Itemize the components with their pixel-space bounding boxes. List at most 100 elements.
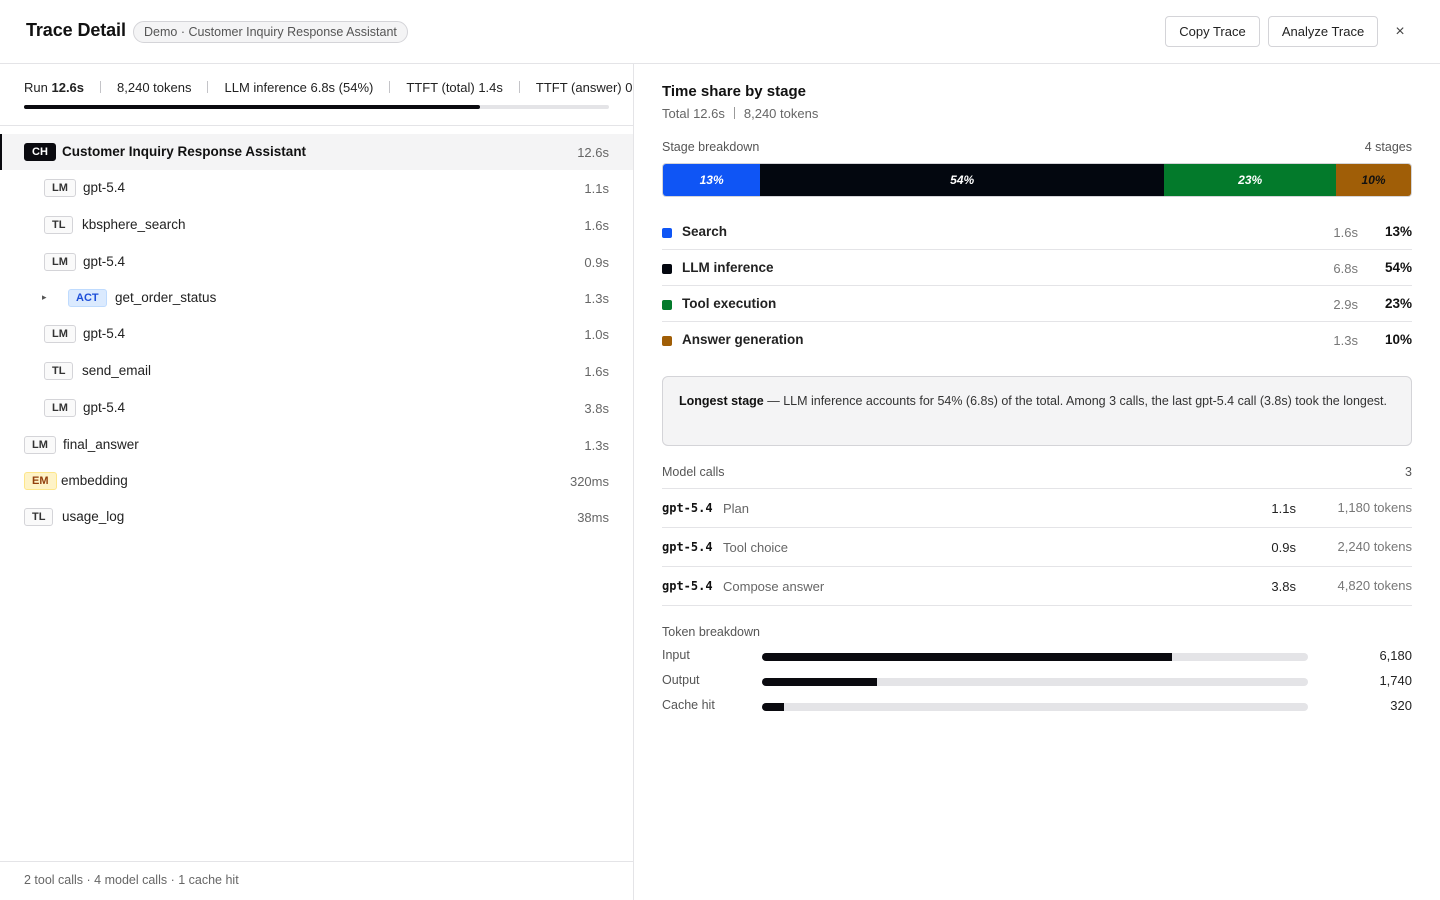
trace-row[interactable]: LM gpt-5.4 1.1s	[0, 170, 633, 206]
token-label: Input	[662, 648, 690, 662]
span-duration: 1.3s	[584, 438, 609, 453]
stage-segment-tool-execution: 23%	[1164, 164, 1337, 196]
run-progress-fill	[24, 105, 481, 109]
span-name: gpt-5.4	[83, 180, 126, 195]
demo-badge: Demo · Customer Inquiry Response Assista…	[133, 21, 408, 43]
span-name: get_order_status	[115, 290, 217, 305]
token-bar-track	[762, 703, 1308, 711]
span-type-badge: LM	[24, 436, 56, 454]
span-name: send_email	[82, 363, 152, 378]
trace-row[interactable]: LM gpt-5.4 1.0s	[0, 316, 633, 352]
token-bar-track	[762, 653, 1308, 661]
stage-name: Answer generation	[682, 332, 804, 347]
model-call-row[interactable]: gpt-5.4 Compose answer 3.8s 4,820 tokens	[662, 567, 1412, 606]
stage-analysis-panel: Time share by stage Total 12.6s 8,240 tok…	[634, 64, 1440, 900]
span-name: gpt-5.4	[83, 254, 126, 269]
run-stats: Run 12.6s 8,240 tokens LLM inference 6.8s …	[24, 80, 633, 100]
longest-stage-callout: Longest stage — LLM inference accounts f…	[662, 376, 1412, 446]
stage-time: 2.9s	[1333, 297, 1358, 312]
stage-percent: 10%	[1384, 332, 1412, 347]
copy-trace-button[interactable]: Copy Trace	[1165, 16, 1260, 47]
trace-row[interactable]: TL usage_log 38ms	[0, 499, 633, 535]
span-duration: 12.6s	[577, 145, 609, 160]
stage-stacked-bar: 13% 54% 23% 10%	[662, 163, 1412, 197]
stage-segment-search: 13%	[663, 164, 761, 196]
trace-summary: 2 tool calls · 4 model calls · 1 cache h…	[24, 873, 239, 887]
span-type-badge: CH	[24, 143, 56, 161]
stat-divider	[389, 81, 391, 93]
span-type-badge: LM	[44, 179, 76, 197]
token-row: Cache hit 320	[662, 698, 1412, 716]
stage-percent: 13%	[1384, 224, 1412, 239]
legend-swatch	[662, 336, 672, 346]
token-breakdown-header: Token breakdown	[662, 625, 1412, 639]
model-calls-list: gpt-5.4 Plan 1.1s 1,180 tokens gpt-5.4 Tool c…	[662, 488, 1412, 606]
token-value: 6,180	[1379, 648, 1412, 663]
token-breakdown-label: Token breakdown	[662, 625, 760, 639]
close-icon[interactable]: ×	[1392, 22, 1408, 42]
span-name: kbsphere_search	[82, 217, 186, 232]
stage-percent: 23%	[1384, 296, 1412, 311]
trace-row[interactable]: TL send_email 1.6s	[0, 353, 633, 389]
call-purpose: Compose answer	[723, 579, 825, 594]
stage-time: 1.6s	[1333, 225, 1358, 240]
span-type-badge: ACT	[68, 289, 107, 307]
span-duration: 1.6s	[584, 364, 609, 379]
stat-divider	[518, 81, 520, 93]
model-name: gpt-5.4	[662, 501, 713, 515]
model-call-row[interactable]: gpt-5.4 Tool choice 0.9s 2,240 tokens	[662, 528, 1412, 567]
run-duration: Run 12.6s	[24, 80, 84, 95]
token-value: 1,740	[1379, 673, 1412, 688]
run-llm-inference: LLM inference 6.8s (54%)	[224, 80, 374, 95]
model-call-row[interactable]: gpt-5.4 Plan 1.1s 1,180 tokens	[662, 489, 1412, 528]
span-duration: 1.1s	[584, 181, 609, 196]
stage-segment-llm-inference: 54%	[760, 164, 1165, 196]
span-type-badge: TL	[44, 362, 74, 380]
span-name: final_answer	[63, 437, 139, 452]
span-type-badge: TL	[24, 508, 54, 526]
expand-caret-icon[interactable]: ▸	[42, 292, 47, 303]
total-time: Total 12.6s	[662, 106, 725, 121]
run-tokens: 8,240 tokens	[117, 80, 192, 95]
callout-title: Longest stage	[679, 394, 764, 408]
token-bar-track	[762, 678, 1308, 686]
call-purpose: Plan	[723, 501, 750, 516]
model-calls-header: Model calls 3	[662, 465, 1412, 479]
span-duration: 1.0s	[584, 327, 609, 342]
trace-row[interactable]: EM embedding 320ms	[0, 463, 633, 499]
span-duration: 320ms	[569, 474, 609, 489]
stat-divider	[100, 81, 102, 93]
run-ttft-total: TTFT (total) 1.4s	[406, 80, 503, 95]
callout-text: — LLM inference accounts for 54% (6.8s) …	[763, 394, 1387, 408]
token-label: Cache hit	[662, 698, 715, 712]
trace-row-root[interactable]: CH Customer Inquiry Response Assistant 12.…	[0, 134, 633, 170]
stage-breakdown-header: Stage breakdown 4 stages	[662, 140, 1412, 154]
span-duration: 0.9s	[584, 255, 609, 270]
stage-count: 4 stages	[1364, 140, 1412, 154]
legend-swatch	[662, 300, 672, 310]
token-value: 320	[1390, 698, 1412, 713]
stage-name: LLM inference	[682, 260, 774, 275]
run-value: 12.6s	[51, 80, 85, 95]
span-name: usage_log	[62, 509, 125, 524]
panel-subtitle: Total 12.6s 8,240 tokens	[662, 106, 818, 121]
analyze-trace-button[interactable]: Analyze Trace	[1268, 16, 1378, 47]
trace-row[interactable]: TL kbsphere_search 1.6s	[0, 207, 633, 243]
stage-row: Search 1.6s 13%	[662, 214, 1412, 250]
page-title: Trace Detail	[26, 20, 126, 40]
trace-row[interactable]: LM gpt-5.4 0.9s	[0, 244, 633, 280]
span-name: embedding	[61, 473, 128, 488]
span-type-badge: LM	[44, 399, 76, 417]
total-tokens: 8,240 tokens	[743, 106, 819, 121]
legend-swatch	[662, 228, 672, 238]
trace-row[interactable]: LM gpt-5.4 3.8s	[0, 390, 633, 426]
stage-breakdown-label: Stage breakdown	[662, 140, 760, 154]
legend-swatch	[662, 264, 672, 274]
span-type-badge: LM	[44, 325, 76, 343]
span-name: gpt-5.4	[83, 400, 126, 415]
trace-row[interactable]: LM final_answer 1.3s	[0, 427, 633, 463]
trace-row[interactable]: ▸ ACT get_order_status 1.3s	[0, 280, 633, 316]
stage-name: Search	[682, 224, 728, 239]
top-bar: Trace Detail Demo · Customer Inquiry Res…	[0, 0, 1440, 64]
token-bar-fill	[762, 678, 877, 686]
